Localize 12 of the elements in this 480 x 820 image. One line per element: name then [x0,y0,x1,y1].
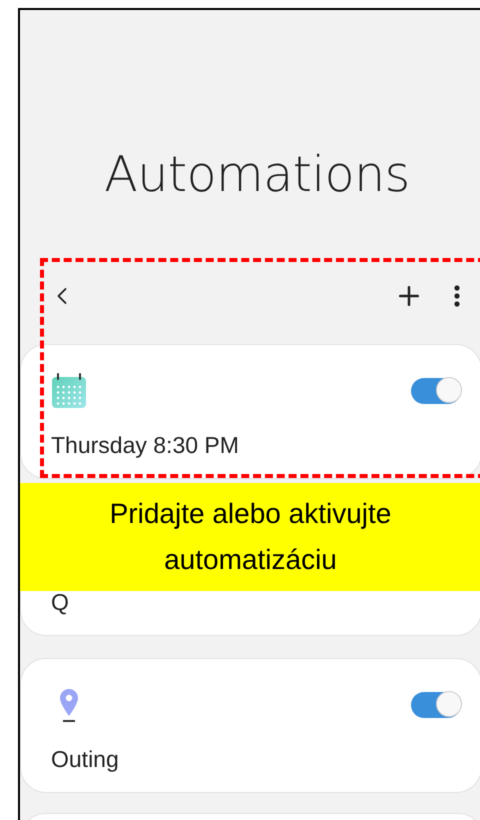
automation-name: Thursday 8:30 PM [51,431,239,459]
toggle-switch[interactable] [411,692,461,718]
automation-name: Outing [51,745,119,773]
automation-name: Q [51,588,69,616]
more-icon [454,285,460,307]
page-title: Automations [103,145,411,205]
calendar-icon [51,373,87,409]
automation-card[interactable]: Outing [20,658,480,793]
caption-toast: Pridajte alebo aktivujte automatizáciu [20,483,480,591]
toggle-switch[interactable] [411,378,461,404]
more-options-button[interactable] [454,285,460,307]
automation-card[interactable]: Thursday 8:30 PM [20,344,480,479]
